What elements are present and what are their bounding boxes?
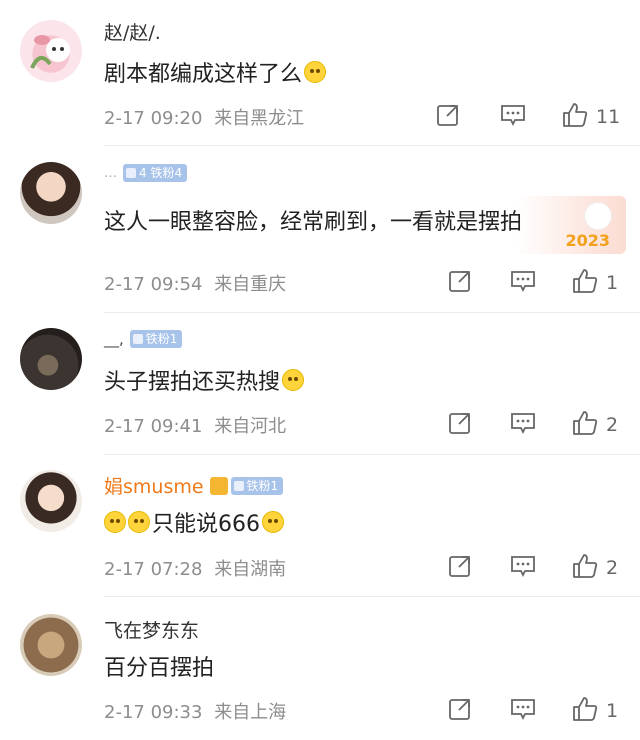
comment-time: 2-17 07:28: [104, 559, 203, 580]
username[interactable]: … 4 铁粉4: [104, 164, 188, 182]
comment-location: 来自黑龙江: [214, 108, 305, 129]
comment-actions: 1: [448, 696, 618, 726]
comment-icon[interactable]: [510, 269, 536, 297]
share-icon[interactable]: [448, 269, 472, 297]
comment-text: 只能说666: [104, 506, 284, 538]
divider: [104, 145, 640, 146]
comment-meta: 2-17 09:20 来自黑龙江: [104, 104, 304, 130]
like-count: 1: [606, 272, 619, 294]
laugh-cry-emoji: [104, 511, 126, 533]
thumbs-up-icon[interactable]: [562, 102, 588, 132]
comment-time: 2-17 09:54: [104, 274, 203, 295]
comment-time: 2-17 09:41: [104, 416, 203, 437]
comment-text-content: 头子摆拍还买热搜: [104, 370, 281, 395]
like-count: 2: [606, 414, 619, 436]
fan-badge: 铁粉1: [129, 330, 183, 348]
thumbs-up-icon[interactable]: [572, 268, 598, 298]
comment-decoration: 2023: [516, 196, 626, 254]
comment-text: 百分百摆拍: [104, 656, 215, 681]
avatar[interactable]: [20, 470, 82, 532]
comment-meta: 2-17 09:54 来自重庆: [104, 270, 286, 296]
username-text: …: [104, 165, 117, 181]
username-text: 娟smusme: [104, 476, 204, 498]
like-count: 2: [606, 557, 619, 579]
comment-meta: 2-17 07:28 来自湖南: [104, 555, 286, 581]
comment-actions: 11: [436, 102, 620, 132]
comment-text: 剧本都编成这样了么: [104, 56, 327, 88]
vip-crown-icon: [209, 476, 228, 495]
username[interactable]: __, 铁粉1: [104, 330, 183, 348]
comment-time: 2-17 09:20: [104, 108, 203, 129]
comment-text-content: 剧本都编成这样了么: [104, 62, 303, 87]
comment-icon[interactable]: [510, 697, 536, 725]
666-emoji: [282, 369, 305, 391]
avatar[interactable]: [20, 328, 82, 390]
comment-actions: 1: [448, 268, 618, 298]
badge-label: 4 铁粉4: [139, 166, 183, 180]
avatar[interactable]: [20, 162, 82, 224]
mascot-icon: [584, 202, 612, 230]
divider: [104, 312, 640, 313]
avatar[interactable]: [20, 614, 82, 676]
badge-icon: [233, 480, 244, 491]
divider: [104, 596, 640, 597]
fan-badge: 铁粉1: [230, 476, 284, 495]
laugh-cry-emoji: [128, 511, 150, 533]
decoration-year: 2023: [565, 231, 610, 250]
like-count: 11: [596, 106, 621, 128]
dizzy-emoji: [304, 61, 327, 83]
comment-text: 头子摆拍还买热搜: [104, 364, 305, 396]
comment-time: 2-17 09:33: [104, 702, 203, 723]
comment-location: 来自上海: [214, 702, 287, 723]
comment-icon[interactable]: [510, 411, 536, 439]
divider: [104, 454, 640, 455]
laugh-cry-emoji: [262, 511, 284, 533]
comment-actions: 2: [448, 553, 618, 583]
share-icon[interactable]: [436, 103, 460, 131]
badge-icon: [126, 168, 136, 178]
comment-text: 这人一眼整容脸，经常刷到，一看就是摆拍: [104, 210, 523, 235]
share-icon[interactable]: [448, 411, 472, 439]
share-icon[interactable]: [448, 697, 472, 725]
like-count: 1: [606, 700, 619, 722]
badge-icon: [132, 334, 143, 344]
comment-meta: 2-17 09:33 来自上海: [104, 698, 286, 724]
comment-location: 来自河北: [214, 416, 287, 437]
avatar-illustration: [30, 35, 70, 69]
username[interactable]: 娟smusme 铁粉1: [104, 472, 284, 499]
username[interactable]: 赵/赵/.: [104, 18, 161, 45]
username[interactable]: 飞在梦东东: [104, 616, 199, 643]
comment-text-content: 只能说666: [152, 512, 260, 537]
comment-location: 来自湖南: [214, 559, 287, 580]
thumbs-up-icon[interactable]: [572, 696, 598, 726]
fan-badge: 4 铁粉4: [123, 164, 188, 182]
comment-location: 来自重庆: [214, 274, 287, 295]
thumbs-up-icon[interactable]: [572, 410, 598, 440]
badge-label: 铁粉1: [246, 478, 279, 493]
comment-meta: 2-17 09:41 来自河北: [104, 412, 286, 438]
badge-label: 铁粉1: [145, 332, 178, 346]
comment-actions: 2: [448, 410, 618, 440]
share-icon[interactable]: [448, 554, 472, 582]
avatar[interactable]: [20, 20, 82, 82]
comment-icon[interactable]: [500, 103, 526, 131]
thumbs-up-icon[interactable]: [572, 553, 598, 583]
username-text: __,: [104, 330, 124, 348]
comment-icon[interactable]: [510, 554, 536, 582]
